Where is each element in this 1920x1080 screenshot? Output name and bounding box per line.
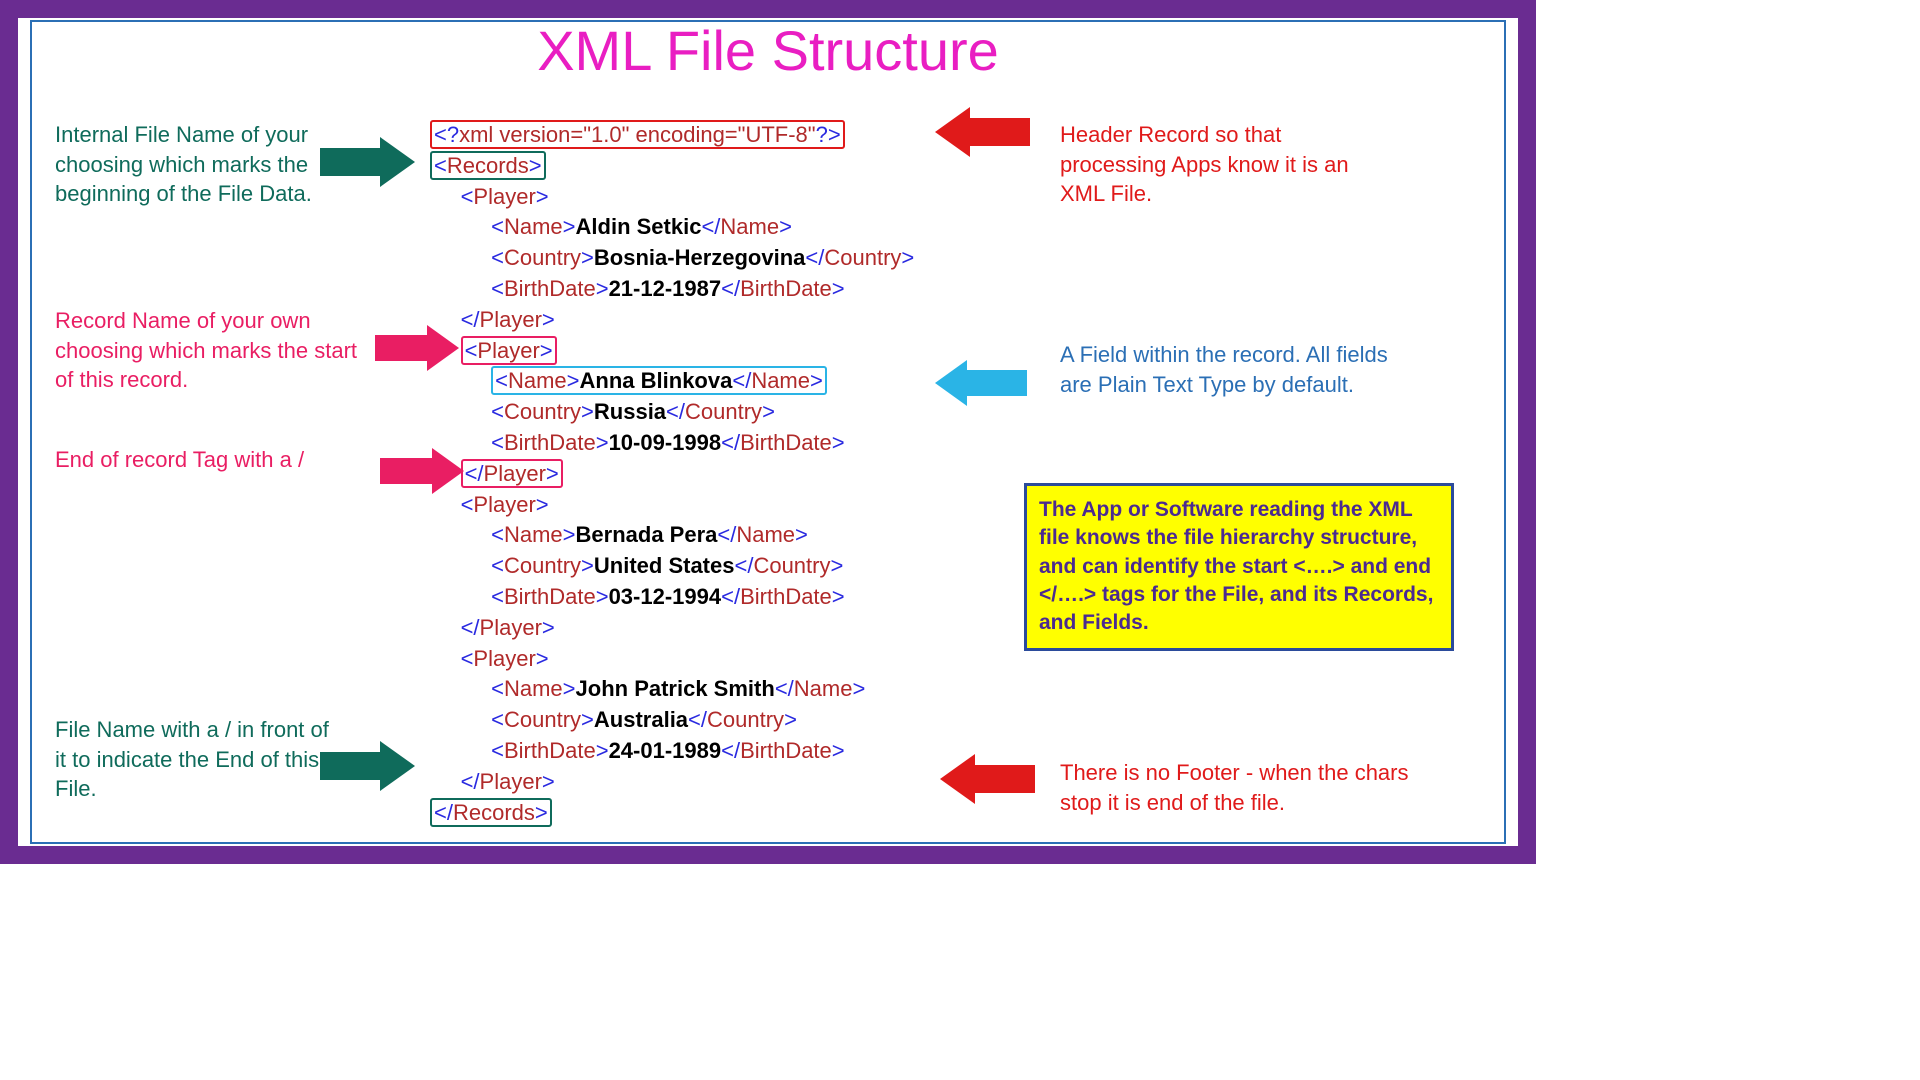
annotation-end-record: End of record Tag with a / xyxy=(55,445,385,475)
page-title: XML File Structure xyxy=(0,18,1536,83)
annotation-end-file: File Name with a / in front of it to ind… xyxy=(55,715,345,804)
annotation-header: Header Record so that processing Apps kn… xyxy=(1060,120,1360,209)
xml-code-block: <?xml version="1.0" encoding="UTF-8"?> <… xyxy=(430,120,1050,828)
note-box: The App or Software reading the XML file… xyxy=(1024,483,1454,651)
annotation-file-name: Internal File Name of your choosing whic… xyxy=(55,120,340,209)
annotation-no-footer: There is no Footer - when the chars stop… xyxy=(1060,758,1430,817)
annotation-record-name: Record Name of your own choosing which m… xyxy=(55,306,365,395)
annotation-field: A Field within the record. All fields ar… xyxy=(1060,340,1400,399)
